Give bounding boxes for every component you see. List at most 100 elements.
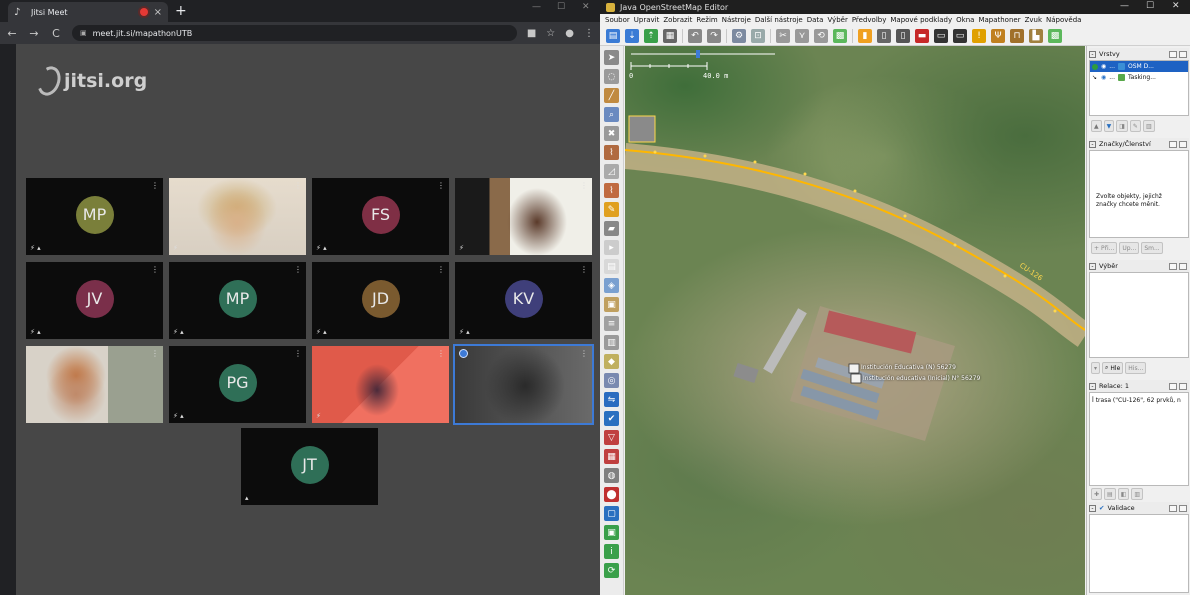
reload-button[interactable]: C	[50, 27, 62, 40]
preset-house-icon[interactable]: ▯	[896, 28, 910, 43]
tab-close-button[interactable]: ×	[154, 7, 162, 18]
school-poi-icon[interactable]	[850, 373, 862, 384]
preferences-icon[interactable]: ⚙	[732, 28, 746, 43]
author-icon[interactable]: ◎	[604, 373, 619, 388]
tile-menu-icon[interactable]: ⋮	[437, 181, 445, 190]
building-tool-icon[interactable]: ▰	[604, 221, 619, 236]
filter-icon[interactable]: ▽	[604, 430, 619, 445]
close-window-button[interactable]: ✕	[582, 2, 590, 12]
duplicate-relation-button[interactable]: ◧	[1117, 488, 1130, 500]
preset-forest-icon[interactable]: ▩	[1048, 28, 1062, 43]
menu-item[interactable]: Mapové podklady	[890, 16, 952, 24]
preset-tower-icon[interactable]: ▯	[877, 28, 891, 43]
josm-minimize-button[interactable]: —	[1120, 1, 1129, 11]
measurement-icon[interactable]: ◍	[604, 468, 619, 483]
search-button[interactable]: ⌕ Hle	[1102, 362, 1124, 374]
menu-item[interactable]: Režim	[696, 16, 717, 24]
profile-icon[interactable]: ●	[565, 28, 574, 39]
participant-tile[interactable]: MP ⋮ ⚡ ▴	[169, 262, 306, 339]
panel-detach-icon[interactable]	[1169, 262, 1177, 270]
map-pin-icon[interactable]: ⬤	[604, 487, 619, 502]
tags-panel-header[interactable]: - Značky/Členství	[1089, 138, 1189, 150]
collapse-icon[interactable]: -	[1089, 504, 1096, 512]
refresh-icon[interactable]: ⟳	[604, 563, 619, 578]
validation-check-icon[interactable]: ✔	[604, 411, 619, 426]
josm-maximize-button[interactable]: ☐	[1146, 1, 1154, 11]
panel-detach-icon[interactable]	[1169, 50, 1177, 58]
select-mode-icon[interactable]: ➤	[604, 50, 619, 65]
maximize-button[interactable]: ☐	[557, 2, 565, 12]
relations-panel-header[interactable]: - Relace: 1	[1089, 380, 1189, 392]
participant-tile[interactable]: ⋮	[26, 346, 163, 423]
menu-item[interactable]: Předvolby	[852, 16, 887, 24]
tile-menu-icon[interactable]: ⋮	[294, 265, 302, 274]
preset-car-icon[interactable]: ▭	[934, 28, 948, 43]
preset-building-icon[interactable]: ▮	[858, 28, 872, 43]
bookmark-star-icon[interactable]: ☆	[546, 28, 555, 39]
minimize-button[interactable]: —	[532, 2, 541, 12]
panel-close-icon[interactable]	[1179, 382, 1187, 390]
josm-close-button[interactable]: ✕	[1172, 1, 1180, 11]
collapse-icon[interactable]: -	[1089, 50, 1096, 58]
tile-menu-icon[interactable]: ⋮	[580, 181, 588, 190]
tile-menu-icon[interactable]: ⋮	[294, 181, 302, 190]
visibility-eye-icon[interactable]: ◉	[1101, 74, 1106, 81]
small-building-mapped[interactable]	[628, 115, 656, 143]
participant-tile[interactable]: FS ⋮ ⚡ ▴	[312, 178, 449, 255]
add-tag-button[interactable]: + Při...	[1091, 242, 1118, 254]
participant-tile[interactable]: PG ⋮ ⚡ ▴	[169, 346, 306, 423]
panel-detach-icon[interactable]	[1169, 382, 1177, 390]
collapse-icon[interactable]: -	[1089, 262, 1096, 270]
tile-menu-icon[interactable]: ⋮	[151, 181, 159, 190]
selection-panel-header[interactable]: - Výběr	[1089, 260, 1189, 272]
combine-way-icon[interactable]: ⋎	[795, 28, 809, 43]
open-file-icon[interactable]: ▤	[606, 28, 620, 43]
tab-jitsi-meet[interactable]: ♪ Jitsi Meet ×	[8, 2, 168, 22]
merge-layer-button[interactable]: ◨	[1116, 120, 1128, 132]
new-tab-button[interactable]: +	[175, 2, 187, 20]
school-poi-icon[interactable]	[848, 363, 860, 374]
new-relation-button[interactable]: ✚	[1091, 488, 1103, 500]
participant-tile[interactable]: JV ⋮ ⚡ ▴	[26, 262, 163, 339]
layer-tools-button[interactable]: ✎	[1129, 120, 1141, 132]
history-icon[interactable]: ▥	[604, 335, 619, 350]
tile-menu-icon[interactable]: ⋮	[580, 349, 588, 358]
lasso-mode-icon[interactable]: ◌	[604, 69, 619, 84]
menu-item[interactable]: Další nástroje	[755, 16, 803, 24]
menu-item[interactable]: Mapathoner	[978, 16, 1020, 24]
participant-tile[interactable]: JD ⋮ ⚡ ▴	[312, 262, 449, 339]
selection-list-icon[interactable]: ≡	[604, 316, 619, 331]
parallel-mode-icon[interactable]: ◿	[604, 164, 619, 179]
extrude-mode-icon[interactable]: ⌇	[604, 183, 619, 198]
delete-layer-button[interactable]: ▥	[1142, 120, 1155, 132]
participant-tile[interactable]: ⋮ ⚡	[312, 346, 449, 423]
url-field[interactable]: ▣ meet.jit.si/mapathonUTB	[72, 25, 517, 41]
back-button[interactable]: ←	[6, 27, 18, 40]
participant-tile[interactable]: ⋮	[453, 344, 594, 425]
collapse-icon[interactable]: -	[1089, 382, 1096, 390]
tile-menu-icon[interactable]: ⋮	[294, 349, 302, 358]
redo-icon[interactable]: ↷	[707, 28, 721, 43]
zoom-icon[interactable]: ⊡	[751, 28, 765, 43]
panel-close-icon[interactable]	[1179, 504, 1187, 512]
undo-icon[interactable]: ↶	[688, 28, 702, 43]
tile-menu-icon[interactable]: ⋮	[580, 265, 588, 274]
delete-mode-icon[interactable]: ✖	[604, 126, 619, 141]
zoom-slider-thumb[interactable]	[696, 50, 700, 58]
participant-tile[interactable]: KV ⋮ ⚡ ▴	[455, 262, 592, 339]
improve-way-icon[interactable]: ⌇	[604, 145, 619, 160]
select-dropdown-button[interactable]: ▾	[1091, 362, 1101, 374]
menu-item[interactable]: Zvuk	[1025, 16, 1042, 24]
delete-tag-button[interactable]: Sm...	[1141, 242, 1163, 254]
menu-item[interactable]: Data	[807, 16, 824, 24]
menu-item[interactable]: Zobrazit	[663, 16, 692, 24]
preset-panel-icon[interactable]: ▣	[604, 297, 619, 312]
preset-amenity-icon[interactable]: Ψ	[991, 28, 1005, 43]
panel-detach-icon[interactable]	[1169, 504, 1177, 512]
visibility-eye-icon[interactable]: ◉	[1101, 63, 1106, 70]
relation-row[interactable]: ꟾ trasa ("CU-126", 62 prvků, n	[1090, 393, 1188, 408]
preset-bus-icon[interactable]: ▭	[953, 28, 967, 43]
panel-detach-icon[interactable]	[1169, 140, 1177, 148]
move-down-button[interactable]: ▼	[1103, 120, 1115, 132]
menu-item[interactable]: Výběr	[827, 16, 847, 24]
